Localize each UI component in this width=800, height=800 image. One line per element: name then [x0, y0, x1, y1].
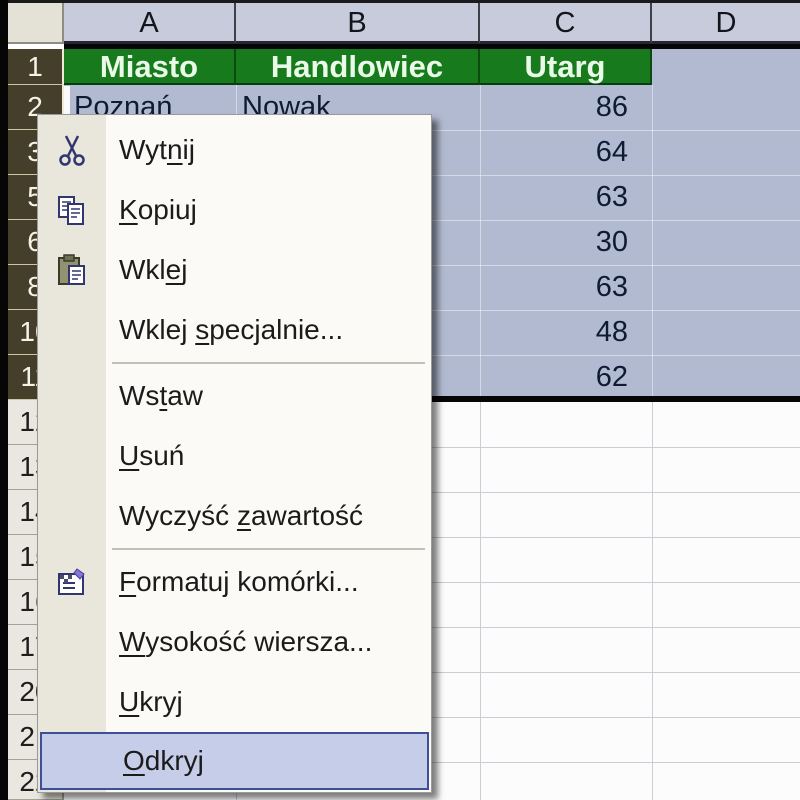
menu-label: Wkl — [119, 254, 166, 285]
menu-separator — [112, 362, 425, 364]
menu-label: suń — [139, 440, 184, 471]
gridline — [652, 85, 653, 396]
menu-accesskey: U — [119, 440, 139, 471]
cell-c2[interactable]: 86 — [480, 85, 640, 130]
cell-c5[interactable]: 63 — [480, 175, 640, 220]
menu-accesskey: W — [119, 626, 145, 657]
menu-label: pecjalnie... — [209, 314, 343, 345]
select-all-corner[interactable] — [8, 3, 64, 44]
row-header-1[interactable]: 1 — [8, 49, 64, 85]
column-header-c[interactable]: C — [480, 3, 652, 44]
menu-accesskey: s — [195, 314, 209, 345]
menu-item-wytnij[interactable]: Wytnij — [38, 120, 431, 180]
cell-c1-utarg[interactable]: Utarg — [480, 49, 652, 85]
menu-item-kopiuj[interactable]: Kopiuj — [38, 180, 431, 240]
menu-accesskey: U — [119, 686, 139, 717]
menu-label: Wyczyść — [119, 500, 237, 531]
scissors-icon — [38, 133, 106, 167]
cell-c10[interactable]: 48 — [480, 310, 640, 355]
cell-c11[interactable]: 62 — [480, 355, 640, 400]
copy-icon — [38, 193, 106, 227]
cell-c3[interactable]: 64 — [480, 130, 640, 175]
menu-separator — [112, 548, 425, 550]
menu-item-ukryj[interactable]: Ukryj — [38, 672, 431, 732]
gridline — [480, 402, 481, 800]
gridline — [652, 402, 653, 800]
column-header-bar: A B C D — [64, 3, 800, 44]
cell-a1-miasto[interactable]: Miasto — [64, 49, 236, 85]
cell-c6[interactable]: 30 — [480, 220, 640, 265]
menu-label: opiuj — [138, 194, 197, 225]
menu-label: Wklej — [119, 314, 195, 345]
column-header-d[interactable]: D — [652, 3, 800, 44]
menu-item-wysokosc-wiersza[interactable]: Wysokość wiersza... — [38, 612, 431, 672]
cell-b1-handlowiec[interactable]: Handlowiec — [236, 49, 480, 85]
menu-item-wyczysc-zawartosc[interactable]: Wyczyść zawartość — [38, 486, 431, 546]
menu-label: awartość — [251, 500, 363, 531]
menu-item-odkryj[interactable]: Odkryj — [40, 732, 429, 790]
excel-window: A B C D 1 2 3 5 6 8 10 11 12 13 14 15 16… — [0, 0, 800, 800]
context-menu: Wytnij Kopiuj — [37, 114, 432, 793]
menu-accesskey: O — [123, 745, 145, 776]
menu-label: kryj — [139, 686, 183, 717]
menu-accesskey: z — [237, 500, 251, 531]
menu-label: ormatuj komórki... — [136, 566, 359, 597]
menu-item-wklej-specjalnie[interactable]: Wklej specjalnie... — [38, 300, 431, 360]
paste-icon — [38, 253, 106, 287]
menu-label: ij — [183, 134, 195, 165]
menu-label: dkryj — [145, 745, 204, 776]
menu-item-wklej[interactable]: Wklej — [38, 240, 431, 300]
menu-label: ysokość wiersza... — [145, 626, 372, 657]
menu-accesskey: F — [119, 566, 136, 597]
menu-label: Ws — [119, 380, 159, 411]
menu-label: Wyt — [119, 134, 167, 165]
menu-item-formatuj-komorki[interactable]: Formatuj komórki... — [38, 552, 431, 612]
menu-accesskey: e — [166, 254, 182, 285]
header-row: Miasto Handlowiec Utarg — [64, 49, 800, 85]
window-left-edge — [0, 0, 8, 800]
menu-label: aw — [167, 380, 203, 411]
menu-accesskey: K — [119, 194, 138, 225]
menu-accesskey: n — [167, 134, 183, 165]
column-header-a[interactable]: A — [64, 3, 236, 44]
menu-label: j — [181, 254, 187, 285]
menu-item-usun[interactable]: Usuń — [38, 426, 431, 486]
format-cells-icon — [38, 565, 106, 599]
cell-c8[interactable]: 63 — [480, 265, 640, 310]
column-header-b[interactable]: B — [236, 3, 480, 44]
menu-item-wstaw[interactable]: Wstaw — [38, 366, 431, 426]
